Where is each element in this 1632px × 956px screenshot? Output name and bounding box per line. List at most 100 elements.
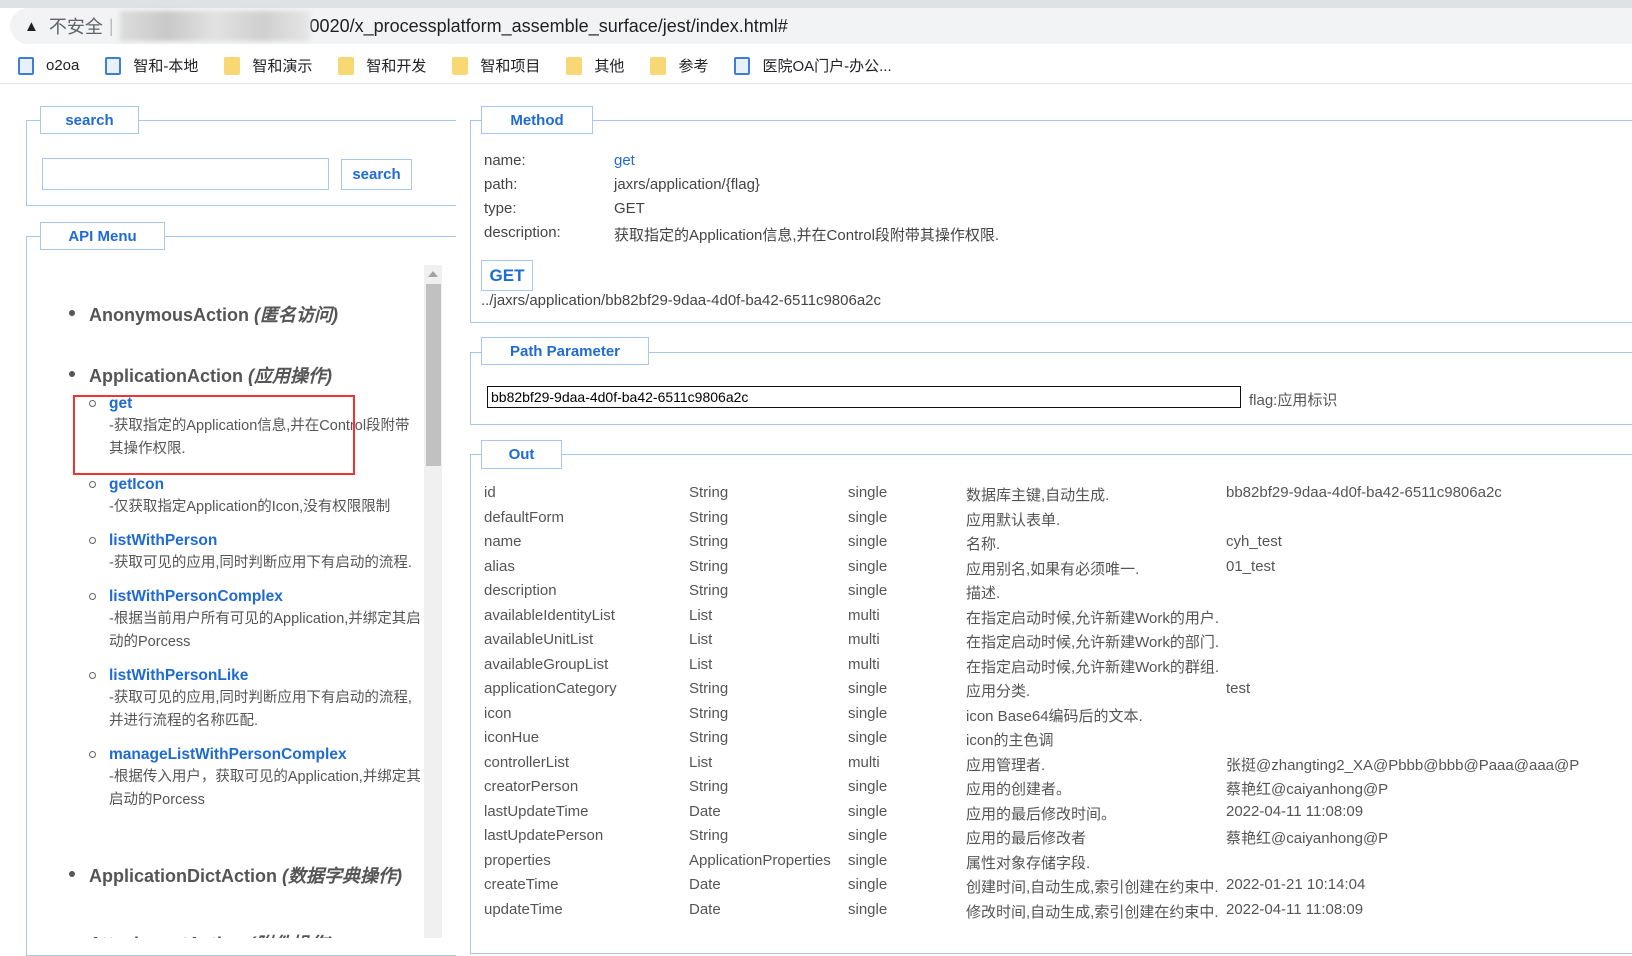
menu-item-description: -仅获取指定Application的Icon,没有权限限制 xyxy=(109,499,391,515)
field-value: bb82bf29-9daa-4d0f-ba42-6511c9806a2c xyxy=(1226,484,1502,501)
bookmark-item[interactable]: 医院OA门户-办公... xyxy=(734,55,892,76)
field-value: 蔡艳红@caiyanhong@P xyxy=(1226,781,1389,798)
url-text[interactable]: 0020/x_processplatform_assemble_surface/… xyxy=(310,16,788,37)
field-description: 应用的最后修改时间。 xyxy=(966,805,1117,823)
method-name: get xyxy=(614,152,635,169)
field-type: String xyxy=(689,484,729,501)
bookmark-label: 智和项目 xyxy=(480,58,541,75)
field-name: name xyxy=(484,533,522,550)
bookmark-item[interactable]: 参考 xyxy=(650,55,708,76)
get-request-button[interactable]: GET xyxy=(481,260,533,291)
field-type: ApplicationProperties xyxy=(689,851,831,869)
bookmark-item[interactable]: 智和-本地 xyxy=(105,55,198,76)
menu-group-name[interactable]: ApplicationAction xyxy=(89,366,243,386)
field-cardinality: single xyxy=(848,582,888,599)
field-name: creatorPerson xyxy=(484,778,579,795)
menu-item-link[interactable]: manageListWithPersonComplex xyxy=(109,743,422,766)
menu-group-name[interactable]: ApplicationDictAction xyxy=(89,866,277,886)
menu-item-listWithPerson[interactable]: listWithPerson -获取可见的应用,同时判断应用下有启动的流程. xyxy=(42,529,422,575)
menu-item-manageListWithPersonComplex[interactable]: manageListWithPersonComplex -根据传入用户，获取可见的… xyxy=(42,743,422,812)
field-description: 应用默认表单. xyxy=(966,511,1061,529)
field-value: 2022-04-11 11:08:09 xyxy=(1226,802,1364,820)
field-type: Date xyxy=(689,876,721,893)
field-description: 应用管理者. xyxy=(966,756,1046,774)
menu-group-ApplicationDictAction[interactable]: ApplicationDictAction (数据字典操作) xyxy=(42,862,422,886)
menu-group-ApplicationAction[interactable]: ApplicationAction (应用操作) xyxy=(42,362,422,386)
menu-scrollbar[interactable] xyxy=(424,265,442,938)
field-description: 应用别名,如果有必须唯一. xyxy=(966,560,1140,578)
menu-item-link[interactable]: getIcon xyxy=(109,473,422,496)
menu-group-name[interactable]: AttachmentAction xyxy=(89,934,244,938)
menu-item-link[interactable]: listWithPerson xyxy=(109,529,422,552)
field-cardinality: single xyxy=(848,827,888,844)
field-description: 应用的创建者。 xyxy=(966,781,1072,798)
field-name: applicationCategory xyxy=(484,680,617,697)
field-description: 名称. xyxy=(966,536,1001,553)
scroll-up-arrow-icon[interactable] xyxy=(428,271,438,277)
page-icon xyxy=(105,56,122,75)
field-cardinality: single xyxy=(848,533,888,550)
menu-item-description: -根据传入用户，获取可见的Application,并绑定其启动的Porcess xyxy=(109,769,421,808)
field-name: lastUpdatePerson xyxy=(484,827,604,844)
field-name: properties xyxy=(484,851,551,869)
field-type: String xyxy=(689,704,729,722)
search-input[interactable] xyxy=(42,158,329,190)
page-icon xyxy=(734,56,751,75)
field-cardinality: single xyxy=(848,802,888,820)
field-cardinality: single xyxy=(848,704,888,722)
method-path: jaxrs/application/{flag} xyxy=(614,176,760,193)
field-description: 属性对象存储字段. xyxy=(966,854,1091,872)
menu-item-listWithPersonComplex[interactable]: listWithPersonComplex -根据当前用户所有可见的Applica… xyxy=(42,585,422,654)
page-icon xyxy=(18,56,34,75)
field-type: String xyxy=(689,680,729,697)
field-description: 创建时间,自动生成,索引创建在约束中. xyxy=(966,879,1219,896)
field-description: icon Base64编码后的文本. xyxy=(966,707,1143,725)
method-description: 获取指定的Application信息,并在Control段附带其操作权限. xyxy=(614,227,1000,244)
field-cardinality: single xyxy=(848,557,888,575)
bookmark-label: 智和演示 xyxy=(252,58,313,75)
field-value: 蔡艳红@caiyanhong@P xyxy=(1226,830,1389,847)
menu-group-AnonymousAction[interactable]: AnonymousAction (匿名访问) xyxy=(42,301,422,325)
bookmark-label: 医院OA门户-办公... xyxy=(762,58,892,75)
field-cardinality: multi xyxy=(848,606,880,624)
folder-icon xyxy=(452,56,469,75)
path-label: path: xyxy=(484,176,518,193)
bookmark-item[interactable]: 智和项目 xyxy=(452,55,540,76)
search-button[interactable]: search xyxy=(341,159,412,190)
field-cardinality: multi xyxy=(848,753,880,771)
menu-item-listWithPersonLike[interactable]: listWithPersonLike -获取可见的应用,同时判断应用下有启动的流程… xyxy=(42,664,422,733)
method-legend: Method xyxy=(481,106,593,134)
field-value: 张挺@zhangting2_XA@Pbbb@bbb@Paaa@aaa@P xyxy=(1226,756,1580,774)
insecure-label[interactable]: 不安全 xyxy=(49,13,103,39)
menu-group-cn: (匿名访问) xyxy=(254,305,339,325)
bookmark-label: 参考 xyxy=(678,58,709,75)
bookmark-item[interactable]: o2oa xyxy=(18,56,79,75)
address-bar[interactable]: ▲ 不安全 | 0020/x_processplatform_assemble_… xyxy=(10,8,1632,44)
field-type: Date xyxy=(689,900,721,918)
menu-item-getIcon[interactable]: getIcon -仅获取指定Application的Icon,没有权限限制 xyxy=(42,473,422,519)
menu-item-link[interactable]: listWithPersonComplex xyxy=(109,585,422,608)
bookmark-item[interactable]: 其他 xyxy=(566,55,624,76)
menu-item-description: -获取可见的应用,同时判断应用下有启动的流程,并进行流程的名称匹配. xyxy=(109,690,412,729)
scrollbar-thumb[interactable] xyxy=(426,284,441,466)
menu-item-link[interactable]: listWithPersonLike xyxy=(109,664,422,687)
field-description: 在指定启动时候,允许新建Work的部门. xyxy=(966,634,1220,651)
menu-group-AttachmentAction[interactable]: AttachmentAction (附件操作) xyxy=(42,930,422,938)
redacted-host xyxy=(119,11,310,41)
api-menu-list: AnonymousAction (匿名访问) ApplicationAction … xyxy=(42,265,422,938)
request-url: ../jaxrs/application/bb82bf29-9daa-4d0f-… xyxy=(481,292,882,309)
menu-group-cn: (附件操作) xyxy=(249,934,333,938)
field-cardinality: single xyxy=(848,876,888,893)
field-type: String xyxy=(689,533,729,550)
field-value: cyh_test xyxy=(1226,533,1282,550)
field-type: List xyxy=(689,606,713,624)
bookmark-item[interactable]: 智和开发 xyxy=(338,55,426,76)
field-cardinality: single xyxy=(848,508,888,526)
flag-parameter-input[interactable] xyxy=(487,386,1241,408)
type-label: type: xyxy=(484,200,517,217)
bookmark-item[interactable]: 智和演示 xyxy=(224,55,312,76)
field-cardinality: single xyxy=(848,778,888,795)
menu-group-name[interactable]: AnonymousAction xyxy=(89,305,249,325)
field-name: availableUnitList xyxy=(484,631,594,648)
field-cardinality: multi xyxy=(848,655,880,673)
